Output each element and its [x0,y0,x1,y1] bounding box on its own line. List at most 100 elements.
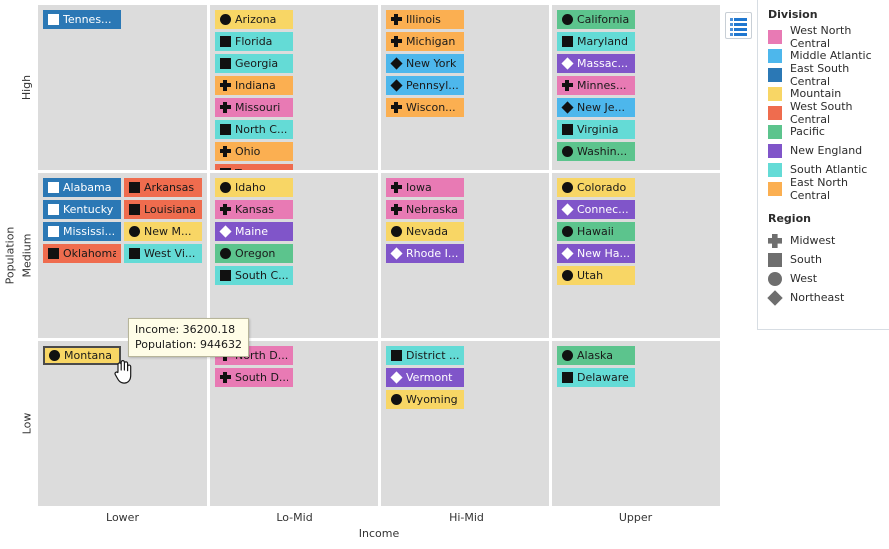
diamond-glyph-icon [561,101,574,114]
color-swatch-icon [768,181,782,196]
state-tile[interactable]: Maine [215,222,293,241]
state-tile[interactable]: South C... [215,266,293,285]
panel-high-upper: California Maryland Massac... Minnes... New … [552,5,720,170]
state-tile[interactable]: Ohio [215,142,293,161]
color-swatch-icon [768,48,782,63]
state-tile-label: Massac... [577,57,628,70]
state-tile[interactable]: Utah [557,266,635,285]
state-tile-label: Oregon [235,247,276,260]
square-glyph-icon [48,204,59,215]
state-tile[interactable]: Massac... [557,54,635,73]
panel-medium-upper: Colorado Connec... Hawaii New Ha... Utah [552,173,720,338]
y-tick-low-label: Low [20,412,34,435]
diamond-glyph-icon [390,79,403,92]
color-swatch-icon [768,124,782,139]
legend-region-item[interactable]: Northeast [767,288,883,307]
state-tile[interactable]: Wiscon... [386,98,464,117]
legend-region-title: Region [768,212,811,225]
plus-glyph-icon [391,182,402,193]
state-tile[interactable]: Kentucky [43,200,121,219]
state-tile[interactable]: Kansas [215,200,293,219]
state-tile-label: Wyoming [406,393,458,406]
y-axis-title-label: Population [3,226,17,284]
plus-glyph-icon [391,36,402,47]
state-tile[interactable]: Pennsyl... [386,76,464,95]
state-tile[interactable]: Louisiana [124,200,202,219]
legend-region-item[interactable]: Midwest [768,231,883,250]
y-tick-high-label: High [20,74,34,101]
state-tile[interactable]: Michigan [386,32,464,51]
legend-division-item[interactable]: East South Central [768,62,883,88]
legend-region-item[interactable]: South [768,250,883,269]
plus-glyph-icon [220,146,231,157]
circle-glyph-icon [562,14,573,25]
state-tile[interactable]: Illinois [386,10,464,29]
state-tile-label: Minnes... [577,79,627,92]
state-tile[interactable]: Arkansas [124,178,202,197]
state-tile[interactable]: Delaware [557,368,635,387]
legend-toggle-button[interactable] [725,12,752,39]
state-tile-label: Idaho [235,181,266,194]
x-tick-lomid: Lo-Mid [210,509,379,525]
state-tile[interactable]: West Vi... [124,244,202,263]
state-tile[interactable]: Colorado [557,178,635,197]
circle-glyph-icon [220,182,231,193]
square-glyph-icon [129,204,140,215]
state-tile[interactable]: Nebraska [386,200,464,219]
plus-glyph-icon [220,102,231,113]
state-tile[interactable]: Minnes... [557,76,635,95]
state-tile[interactable]: Washin... [557,142,635,161]
state-tile[interactable]: Maryland [557,32,635,51]
state-tile[interactable]: Georgia [215,54,293,73]
square-glyph-icon [220,270,231,281]
state-tile[interactable]: New Je... [557,98,635,117]
legend-division-item[interactable]: New England [768,141,883,160]
square-glyph-icon [129,248,140,259]
state-tile-label: Iowa [406,181,432,194]
state-tile-label: Hawaii [577,225,614,238]
state-tile[interactable]: Rhode I... [386,244,464,263]
state-tile[interactable]: South D... [215,368,293,387]
panel-items: Idaho Kansas Maine Oregon South C... [215,178,373,285]
state-tile[interactable]: Alaska [557,346,635,365]
x-tick-lower: Lower [38,509,207,525]
state-tile-label: New Je... [577,101,625,114]
state-tile[interactable]: Oregon [215,244,293,263]
state-tile[interactable]: Missouri [215,98,293,117]
state-tile-label: Rhode I... [406,247,459,260]
legend-division-label: Mountain [790,87,842,100]
state-tile[interactable]: Texas [215,164,293,170]
state-tile-label: Missouri [235,101,281,114]
state-tile[interactable]: California [557,10,635,29]
state-tile[interactable]: New M... [124,222,202,241]
state-tile[interactable]: New York [386,54,464,73]
state-tile[interactable]: Alabama [43,178,121,197]
state-tile-label: New York [406,57,457,70]
state-tile[interactable]: North C... [215,120,293,139]
legend-division-item[interactable]: West South Central [768,100,883,126]
state-tile[interactable]: Tennes... [43,10,121,29]
state-tile[interactable]: Idaho [215,178,293,197]
state-tile[interactable]: Connec... [557,200,635,219]
state-tile[interactable]: District ... [386,346,464,365]
state-tile[interactable]: Iowa [386,178,464,197]
state-tile[interactable]: Wyoming [386,390,464,409]
legend-division-label: New England [790,144,863,157]
state-tile[interactable]: Arizona [215,10,293,29]
state-tile[interactable]: Virginia [557,120,635,139]
state-tile[interactable]: Mississi... [43,222,121,241]
legend-division-item[interactable]: West North Central [768,24,883,50]
state-tile[interactable]: Montana [43,346,121,365]
state-tile[interactable]: New Ha... [557,244,635,263]
state-tile[interactable]: Florida [215,32,293,51]
legend-division-label: Middle Atlantic [790,49,872,62]
state-tile[interactable]: Hawaii [557,222,635,241]
state-tile[interactable]: Nevada [386,222,464,241]
panel-low-upper: Alaska Delaware [552,341,720,506]
legend-division-item[interactable]: East North Central [768,176,883,202]
legend-region-item[interactable]: West [768,269,883,288]
state-tile-label: Michigan [406,35,456,48]
state-tile[interactable]: Oklahoma [43,244,121,263]
state-tile[interactable]: Vermont [386,368,464,387]
state-tile[interactable]: Indiana [215,76,293,95]
